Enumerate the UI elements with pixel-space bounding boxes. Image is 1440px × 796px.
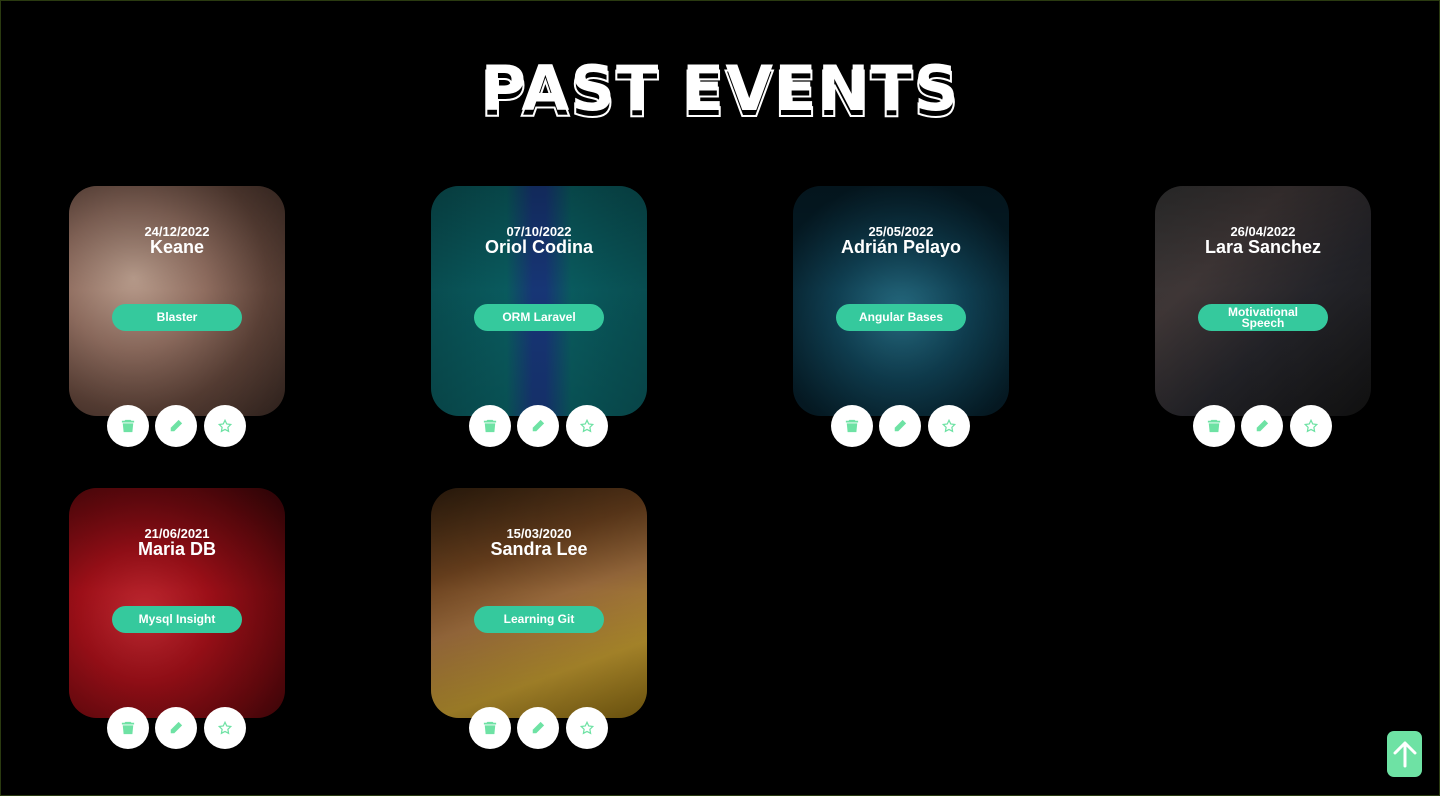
event-image-overlay — [793, 186, 1009, 416]
star-icon — [580, 721, 594, 735]
star-icon — [218, 721, 232, 735]
edit-button[interactable] — [517, 707, 559, 749]
trash-icon — [121, 721, 135, 735]
favorite-button[interactable] — [204, 707, 246, 749]
favorite-button[interactable] — [1290, 405, 1332, 447]
event-card[interactable]: 21/06/2021 Maria DB Mysql Insight — [69, 488, 285, 718]
event-speaker: Adrián Pelayo — [840, 237, 962, 257]
event-topic-badge: Learning Git — [474, 606, 604, 633]
star-icon — [218, 419, 232, 433]
event-speaker: Lara Sanchez — [1204, 237, 1322, 257]
star-icon — [1304, 419, 1318, 433]
trash-icon — [1207, 419, 1221, 433]
event-speaker: Oriol Codina — [485, 237, 593, 257]
event-speaker: Sandra Lee — [490, 539, 588, 559]
arrow-up-icon — [1393, 741, 1416, 768]
event-image-overlay — [69, 186, 285, 416]
event-card[interactable]: 24/12/2022 Keane Blaster — [69, 186, 285, 416]
pencil-icon — [894, 419, 907, 432]
delete-button[interactable] — [469, 405, 511, 447]
edit-button[interactable] — [517, 405, 559, 447]
event-topic-badge: ORM Laravel — [474, 304, 604, 331]
edit-button[interactable] — [1241, 405, 1283, 447]
event-actions — [831, 405, 1057, 447]
trash-icon — [483, 419, 497, 433]
event-speaker: Maria DB — [137, 539, 217, 559]
pencil-icon — [532, 721, 545, 734]
trash-icon — [845, 419, 859, 433]
event-actions — [469, 405, 695, 447]
page-title-text: PAST EVENTS — [480, 52, 960, 125]
favorite-button[interactable] — [928, 405, 970, 447]
pencil-icon — [532, 419, 545, 432]
star-icon — [942, 419, 956, 433]
page-title: PAST EVENTS PAST EVENTS — [0, 52, 1440, 132]
trash-icon — [483, 721, 497, 735]
favorite-button[interactable] — [566, 405, 608, 447]
star-icon — [580, 419, 594, 433]
event-image-overlay — [431, 488, 647, 718]
event-speaker: Keane — [149, 237, 205, 257]
event-actions — [107, 707, 333, 749]
pencil-icon — [170, 419, 183, 432]
event-image-overlay — [431, 186, 647, 416]
event-card[interactable]: 26/04/2022 Lara Sanchez Motivational Spe… — [1155, 186, 1371, 416]
event-actions — [107, 405, 333, 447]
event-card[interactable]: 25/05/2022 Adrián Pelayo Angular Bases — [793, 186, 1009, 416]
event-image-overlay — [69, 488, 285, 718]
pencil-icon — [170, 721, 183, 734]
event-card[interactable]: 15/03/2020 Sandra Lee Learning Git — [431, 488, 647, 718]
favorite-button[interactable] — [204, 405, 246, 447]
event-topic-badge: Blaster — [112, 304, 242, 331]
edit-button[interactable] — [879, 405, 921, 447]
delete-button[interactable] — [831, 405, 873, 447]
delete-button[interactable] — [469, 707, 511, 749]
event-topic-badge: Angular Bases — [836, 304, 966, 331]
event-actions — [1193, 405, 1419, 447]
edit-button[interactable] — [155, 405, 197, 447]
event-card[interactable]: 07/10/2022 Oriol Codina ORM Laravel — [431, 186, 647, 416]
delete-button[interactable] — [107, 405, 149, 447]
trash-icon — [121, 419, 135, 433]
pencil-icon — [1256, 419, 1269, 432]
scroll-to-top-button[interactable] — [1387, 731, 1422, 777]
delete-button[interactable] — [107, 707, 149, 749]
event-topic-badge: Motivational Speech — [1198, 304, 1328, 331]
event-actions — [469, 707, 695, 749]
delete-button[interactable] — [1193, 405, 1235, 447]
event-topic-badge: Mysql Insight — [112, 606, 242, 633]
favorite-button[interactable] — [566, 707, 608, 749]
edit-button[interactable] — [155, 707, 197, 749]
event-image-overlay — [1155, 186, 1371, 416]
